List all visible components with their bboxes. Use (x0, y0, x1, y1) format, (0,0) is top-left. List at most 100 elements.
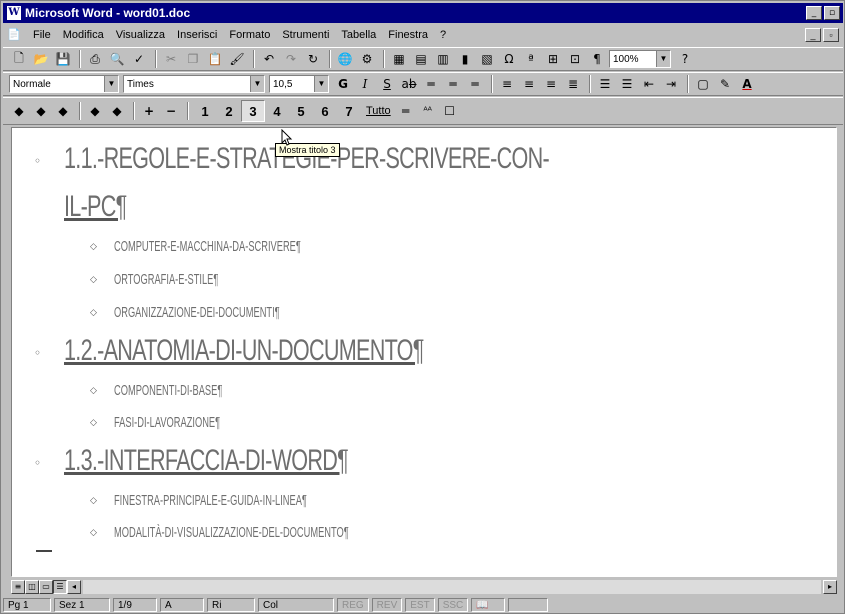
heading-1-3[interactable]: 1.3.-INTERFACCIA-DI-WORD¶ (64, 444, 349, 478)
demote-to-body-icon[interactable]: ◆ (53, 101, 73, 121)
print-icon[interactable]: ⎙ (85, 49, 105, 69)
zoom-select[interactable]: 100% ▼ (609, 50, 671, 68)
heading-bullet-icon[interactable]: ◦ (34, 346, 41, 360)
show-level-7-button[interactable]: 7 (337, 100, 361, 122)
format-painter-icon[interactable]: 🖌 (227, 49, 247, 69)
doc-restore-button[interactable]: ▫ (823, 28, 839, 42)
double-line-icon[interactable]: ═ (421, 74, 441, 94)
style-select[interactable]: Normale ▼ (9, 75, 119, 93)
status-mode-rev[interactable]: REV (371, 598, 403, 612)
chevron-down-icon[interactable]: ▼ (314, 76, 328, 92)
subheading-bullet-icon[interactable]: ◇ (90, 418, 97, 428)
document-icon[interactable]: 📄 (7, 28, 23, 42)
show-marks-icon[interactable]: ¶ (587, 49, 607, 69)
menu-tabella[interactable]: Tabella (335, 29, 382, 41)
font-select[interactable]: Times ▼ (123, 75, 265, 93)
paste-icon[interactable]: 📋 (205, 49, 225, 69)
zoom-box-icon[interactable]: ⊡ (565, 49, 585, 69)
decrease-indent-icon[interactable]: ⇤ (639, 74, 659, 94)
web-view-icon[interactable]: ◫ (25, 580, 39, 594)
increase-indent-icon[interactable]: ⇥ (661, 74, 681, 94)
menu-help[interactable]: ? (434, 29, 452, 41)
master-document-icon[interactable]: ☐ (440, 101, 460, 121)
superscript-icon[interactable]: ª (521, 49, 541, 69)
refresh-icon[interactable]: ↻ (303, 49, 323, 69)
subheading-item[interactable]: COMPONENTI-DI-BASE¶ (114, 382, 222, 399)
columns-icon[interactable]: ▮ (455, 49, 475, 69)
spelling-icon[interactable]: ✓ (129, 49, 149, 69)
normal-view-icon[interactable]: ≡ (11, 580, 25, 594)
drawing-icon[interactable]: ▧ (477, 49, 497, 69)
subheading-item[interactable]: MODALITÀ-DI-VISUALIZZAZIONE-DEL-DOCUMENT… (114, 524, 349, 541)
subheading-item[interactable]: FINESTRA-PRINCIPALE-E-GUIDA-IN-LINEA¶ (114, 492, 307, 509)
horizontal-scrollbar[interactable]: ≡ ◫ ▭ ☰ ◂ ▸ (11, 579, 837, 595)
document-area[interactable]: ◦ 1.1.-REGOLE-E-STRATEGIE-PER-SCRIVERE-C… (11, 127, 837, 577)
menu-visualizza[interactable]: Visualizza (110, 29, 171, 41)
scroll-track[interactable] (83, 580, 821, 594)
border-icon[interactable]: ▢ (693, 74, 713, 94)
font-size-select[interactable]: 10,5 ▼ (269, 75, 329, 93)
save-icon[interactable]: 💾 (53, 49, 73, 69)
strikethrough-icon[interactable]: ab̶ (399, 74, 419, 94)
subheading-bullet-icon[interactable]: ◇ (90, 496, 97, 506)
menu-formato[interactable]: Formato (223, 29, 276, 41)
maximize-button[interactable]: ▫ (824, 6, 840, 20)
first-line-only-icon[interactable]: ═ (396, 101, 416, 121)
subheading-item[interactable]: FASI-DI-LAVORAZIONE¶ (114, 414, 220, 431)
menu-modifica[interactable]: Modifica (57, 29, 110, 41)
undo-icon[interactable]: ↶ (259, 49, 279, 69)
subheading-bullet-icon[interactable]: ◇ (90, 528, 97, 538)
title-bar[interactable]: W Microsoft Word - word01.doc _ ▫ (3, 3, 843, 23)
align-center-icon[interactable]: ≡ (519, 74, 539, 94)
insert-table-icon[interactable]: ▤ (411, 49, 431, 69)
cut-icon[interactable]: ✂ (161, 49, 181, 69)
numbering-icon[interactable]: ☰ (595, 74, 615, 94)
subheading-item[interactable]: ORGANIZZAZIONE-DEI-DOCUMENTI¶ (114, 304, 280, 321)
show-level-3-button[interactable]: 3 (241, 100, 265, 122)
web-toolbar-icon[interactable]: ⚙ (357, 49, 377, 69)
status-mode-est[interactable]: EST (405, 598, 435, 612)
copy-icon[interactable]: ❐ (183, 49, 203, 69)
scroll-left-icon[interactable]: ◂ (67, 580, 81, 594)
print-layout-icon[interactable]: ▭ (39, 580, 53, 594)
show-level-1-button[interactable]: 1 (193, 100, 217, 122)
subheading-item[interactable]: COMPUTER-E-MACCHINA-DA-SCRIVERE¶ (114, 238, 301, 255)
heading-bullet-icon[interactable]: ◦ (34, 154, 41, 168)
tables-borders-icon[interactable]: ▦ (389, 49, 409, 69)
status-mode-reg[interactable]: REG (337, 598, 369, 612)
status-mode-ssc[interactable]: SSC (437, 598, 469, 612)
show-formatting-icon[interactable]: ᴬᴬ (418, 101, 438, 121)
outline-view-icon[interactable]: ☰ (53, 580, 67, 594)
subheading-bullet-icon[interactable]: ◇ (90, 275, 97, 285)
chevron-down-icon[interactable]: ▼ (104, 76, 118, 92)
menu-strumenti[interactable]: Strumenti (276, 29, 335, 41)
move-up-icon[interactable]: ◆ (85, 101, 105, 121)
bullets-icon[interactable]: ☰ (617, 74, 637, 94)
menu-file[interactable]: File (27, 29, 57, 41)
heading-1-1-line2[interactable]: IL-PC¶ (64, 190, 127, 224)
show-level-4-button[interactable]: 4 (265, 100, 289, 122)
underline-button[interactable]: S (377, 74, 397, 94)
subheading-bullet-icon[interactable]: ◇ (90, 242, 97, 252)
show-all-button[interactable]: Tutto (361, 105, 396, 117)
align-right-icon[interactable]: ≡ (541, 74, 561, 94)
align-left-icon[interactable]: ≡ (497, 74, 517, 94)
symbol-icon[interactable]: Ω (499, 49, 519, 69)
move-down-icon[interactable]: ◆ (107, 101, 127, 121)
font-color-icon[interactable]: A (737, 74, 757, 94)
menu-finestra[interactable]: Finestra (382, 29, 434, 41)
open-icon[interactable]: 📂 (31, 49, 51, 69)
subheading-item[interactable]: ORTOGRAFIA-E-STILE¶ (114, 271, 218, 288)
word-app-icon[interactable]: W (7, 6, 21, 20)
italic-button[interactable]: I (355, 74, 375, 94)
print-preview-icon[interactable]: 🔍 (107, 49, 127, 69)
scroll-right-icon[interactable]: ▸ (823, 580, 837, 594)
spelling-status-icon[interactable]: 📖 (471, 598, 506, 612)
hyperlink-icon[interactable]: 🌐 (335, 49, 355, 69)
subheading-bullet-icon[interactable]: ◇ (90, 386, 97, 396)
doc-minimize-button[interactable]: _ (805, 28, 821, 42)
heading-bullet-icon[interactable]: ◦ (34, 456, 41, 470)
bold-button[interactable]: G (333, 74, 353, 94)
demote-icon[interactable]: ◆ (31, 101, 51, 121)
chevron-down-icon[interactable]: ▼ (250, 76, 264, 92)
